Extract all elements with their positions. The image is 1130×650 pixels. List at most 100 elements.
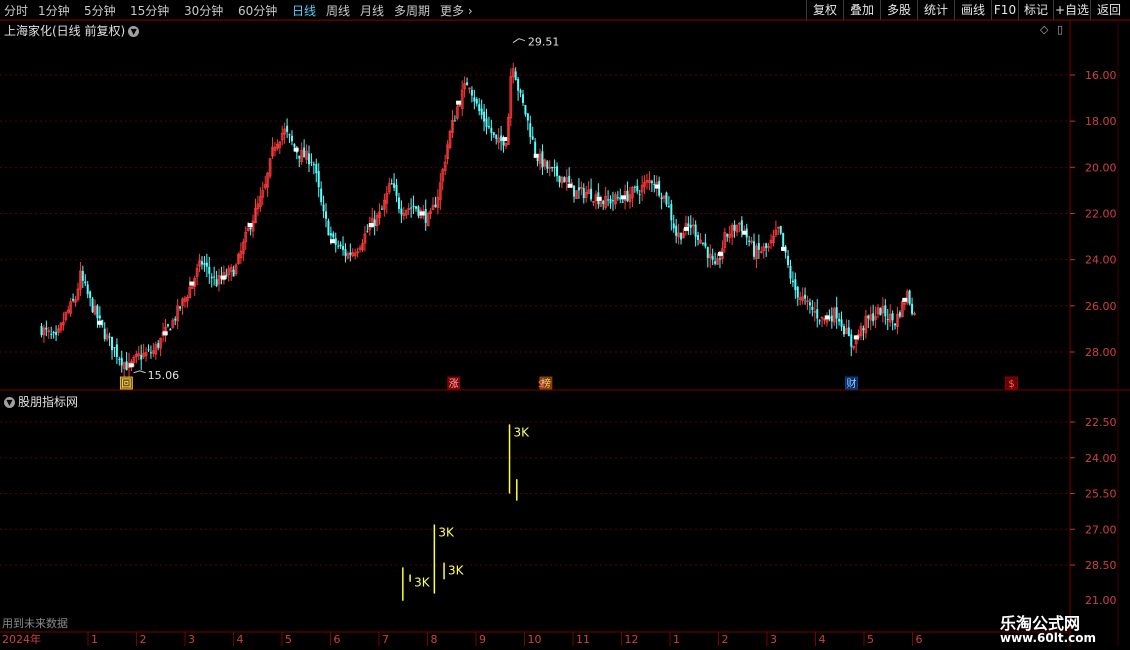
chevron-down-icon[interactable]: ▼ — [128, 26, 140, 37]
candle-body — [579, 186, 583, 190]
period-tab-monthly[interactable]: 月线 — [360, 2, 384, 19]
overlay-button[interactable]: 叠加 — [843, 0, 880, 20]
candle-body — [273, 146, 277, 151]
candle-body — [310, 161, 313, 163]
period-toolbar: 分时 1分钟 5分钟 15分钟 30分钟 60分钟 日线 周线 月线 多周期 更… — [0, 0, 1130, 21]
event-marker-label: 财 — [846, 377, 856, 390]
period-tab-daily[interactable]: 日线 — [292, 2, 316, 19]
chevron-down-icon[interactable]: ▼ — [4, 397, 15, 408]
signal-marker — [824, 315, 830, 320]
candle-body — [825, 316, 829, 323]
mark-button[interactable]: 标记 — [1018, 0, 1053, 20]
indicator-tick-label-partial: 21.00 — [1085, 594, 1117, 607]
candle-body — [726, 233, 729, 237]
candle-body — [40, 326, 43, 336]
draw-line-button[interactable]: 画线 — [954, 0, 991, 20]
candle-body — [234, 264, 238, 275]
period-tab-intraday[interactable]: 分时 — [4, 2, 28, 19]
candle-body — [701, 242, 704, 244]
candle-body — [753, 241, 756, 257]
candle-body — [342, 246, 345, 250]
period-tab-more[interactable]: 更多 › — [440, 2, 473, 19]
candle-body — [458, 104, 462, 107]
candle-body — [616, 197, 619, 199]
candle-body — [300, 150, 304, 162]
panel-toggle-icon[interactable]: ▯ — [1057, 23, 1063, 36]
candle-body — [142, 352, 145, 358]
candle-body — [757, 243, 760, 250]
candle-body — [390, 183, 393, 185]
candle-body — [748, 240, 751, 242]
candle-body — [455, 106, 459, 119]
candle-body — [79, 270, 82, 290]
statistics-button[interactable]: 统计 — [917, 0, 954, 20]
candle-body — [638, 194, 641, 196]
candle-body — [373, 219, 376, 227]
candle-body — [631, 187, 634, 199]
candle-body — [315, 163, 318, 174]
indicator-title[interactable]: ▼ 股朋指标网 — [4, 393, 78, 410]
period-tab-1min[interactable]: 1分钟 — [38, 2, 70, 19]
candle-body — [305, 150, 308, 160]
period-tab-60min[interactable]: 60分钟 — [238, 2, 277, 19]
indicator-tick-label: 25.50 — [1085, 488, 1117, 501]
candle-body — [108, 336, 111, 338]
f10-button[interactable]: F10 — [991, 0, 1018, 20]
candle-body — [397, 197, 400, 209]
candle-body — [485, 118, 488, 128]
candle-body — [286, 125, 289, 132]
high-pointer — [512, 38, 526, 44]
candle-body — [101, 319, 104, 326]
event-marker-label: 涨 — [449, 378, 459, 390]
candle-body — [120, 357, 123, 366]
candle-body — [76, 288, 80, 300]
back-button[interactable]: 返回 — [1090, 0, 1127, 20]
candle-body — [438, 182, 442, 200]
candle-body — [434, 204, 437, 207]
candle-body — [529, 123, 532, 138]
diamond-icon[interactable]: ◇ — [1040, 23, 1048, 36]
month-label: 2 — [140, 633, 147, 646]
add-favorite-button[interactable]: +自选 — [1053, 0, 1090, 20]
candle-body — [276, 143, 279, 149]
period-tab-multi[interactable]: 多周期 — [394, 2, 430, 19]
period-tab-5min[interactable]: 5分钟 — [84, 2, 116, 19]
chart-title[interactable]: 上海家化(日线 前复权) ▼ — [4, 22, 140, 39]
candle-body — [171, 319, 175, 328]
candle-body — [718, 258, 721, 260]
event-marker — [119, 376, 133, 390]
candle-body — [811, 306, 814, 310]
signal-marker — [654, 184, 660, 189]
candle-body — [421, 210, 425, 213]
candle-body — [259, 196, 262, 208]
chevron-right-icon: › — [464, 4, 473, 18]
candle-body — [565, 177, 569, 183]
candle-body — [689, 225, 692, 228]
candle-body — [127, 362, 131, 369]
candle-body — [349, 252, 352, 255]
candle-body — [500, 135, 503, 142]
candle-body — [560, 177, 564, 184]
multi-stock-button[interactable]: 多股 — [880, 0, 917, 20]
period-tab-30min[interactable]: 30分钟 — [184, 2, 223, 19]
candle-body — [122, 362, 126, 369]
period-tab-15min[interactable]: 15分钟 — [130, 2, 169, 19]
candle-body — [584, 192, 588, 198]
candle-body — [166, 324, 169, 327]
period-tab-weekly[interactable]: 周线 — [326, 2, 350, 19]
candle-body — [592, 201, 595, 203]
candle-body — [602, 200, 605, 205]
adjust-button[interactable]: 复权 — [806, 0, 843, 20]
candle-body — [441, 169, 445, 182]
candle-body — [195, 267, 199, 277]
candle-body — [816, 309, 819, 319]
candle-body — [684, 223, 688, 231]
candle-body — [911, 303, 914, 314]
candle-body — [448, 130, 452, 148]
candle-body — [98, 315, 101, 319]
candle-body — [864, 315, 868, 334]
candle-body — [200, 261, 203, 265]
candle-body — [334, 238, 337, 245]
candle-body — [346, 253, 350, 259]
event-marker-label: $ — [1008, 379, 1014, 390]
